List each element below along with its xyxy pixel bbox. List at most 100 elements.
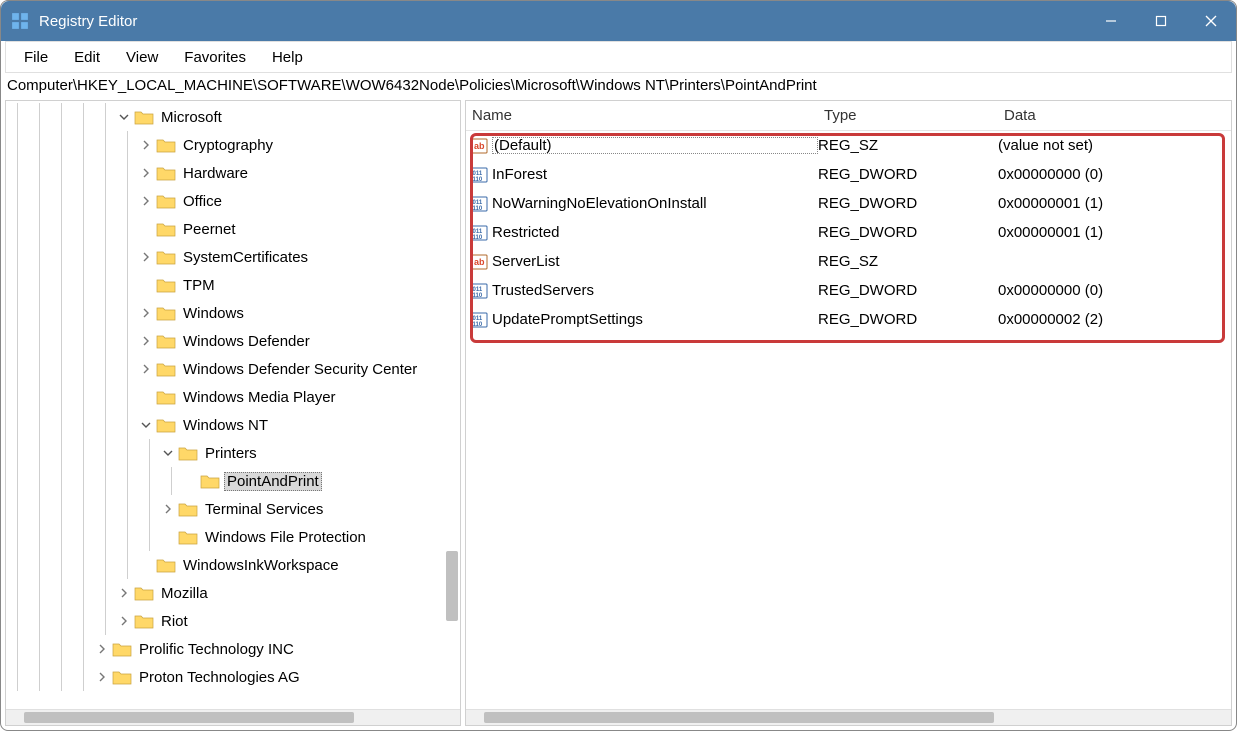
tree-item-printers[interactable]: Printers (6, 439, 460, 467)
tree-item-terminal-services[interactable]: Terminal Services (6, 495, 460, 523)
tree-item-windows-media-player[interactable]: Windows Media Player (6, 383, 460, 411)
tree-item-windows-nt[interactable]: Windows NT (6, 411, 460, 439)
value-name[interactable]: ServerList (492, 253, 818, 270)
value-row[interactable]: UpdatePromptSettingsREG_DWORD0x00000002 … (466, 305, 1231, 334)
value-data: (value not set) (998, 137, 1231, 154)
menu-edit[interactable]: Edit (62, 45, 112, 70)
tree-label[interactable]: Proton Technologies AG (136, 668, 303, 687)
minimize-button[interactable] (1086, 1, 1136, 41)
tree-item-windows-defender-security-center[interactable]: Windows Defender Security Center (6, 355, 460, 383)
col-header-type[interactable]: Type (818, 107, 998, 124)
tree-label[interactable]: Peernet (180, 220, 239, 239)
chevron-right-icon[interactable] (138, 165, 154, 181)
tree-label[interactable]: TPM (180, 276, 218, 295)
address-bar[interactable]: Computer\HKEY_LOCAL_MACHINE\SOFTWARE\WOW… (1, 73, 1236, 100)
menu-favorites[interactable]: Favorites (172, 45, 258, 70)
folder-icon (156, 305, 176, 321)
tree-item-peernet[interactable]: Peernet (6, 215, 460, 243)
value-name[interactable]: (Default) (492, 137, 818, 154)
tree-label[interactable]: Cryptography (180, 136, 276, 155)
values-hscroll[interactable] (466, 709, 1231, 725)
value-name[interactable]: UpdatePromptSettings (492, 311, 818, 328)
tree-label[interactable]: Prolific Technology INC (136, 640, 297, 659)
values-body[interactable]: (Default)REG_SZ(value not set)InForestRE… (466, 131, 1231, 709)
chevron-right-icon[interactable] (94, 641, 110, 657)
col-header-name[interactable]: Name (466, 107, 818, 124)
tree-item-windowsinkworkspace[interactable]: WindowsInkWorkspace (6, 551, 460, 579)
tree-item-prolific-technology-inc[interactable]: Prolific Technology INC (6, 635, 460, 663)
tree-label[interactable]: Hardware (180, 164, 251, 183)
value-data: 0x00000001 (1) (998, 224, 1231, 241)
menu-help[interactable]: Help (260, 45, 315, 70)
tree-item-windows[interactable]: Windows (6, 299, 460, 327)
tree-label[interactable]: Microsoft (158, 108, 225, 127)
chevron-right-icon[interactable] (138, 361, 154, 377)
value-row[interactable]: RestrictedREG_DWORD0x00000001 (1) (466, 218, 1231, 247)
close-button[interactable] (1186, 1, 1236, 41)
value-name[interactable]: InForest (492, 166, 818, 183)
value-row[interactable]: TrustedServersREG_DWORD0x00000000 (0) (466, 276, 1231, 305)
chevron-right-icon[interactable] (94, 669, 110, 685)
chevron-right-icon[interactable] (116, 613, 132, 629)
value-type: REG_DWORD (818, 224, 998, 241)
value-row[interactable]: NoWarningNoElevationOnInstallREG_DWORD0x… (466, 189, 1231, 218)
chevron-right-icon[interactable] (138, 333, 154, 349)
tree-label[interactable]: PointAndPrint (224, 472, 322, 491)
tree-item-microsoft[interactable]: Microsoft (6, 103, 460, 131)
value-row[interactable]: ServerListREG_SZ (466, 247, 1231, 276)
window-title: Registry Editor (39, 13, 137, 30)
registry-tree[interactable]: Microsoft Cryptography Hardware Office Peern… (6, 101, 460, 709)
tree-label[interactable]: Printers (202, 444, 260, 463)
chevron-right-icon[interactable] (160, 501, 176, 517)
tree-label[interactable]: Terminal Services (202, 500, 326, 519)
reg-dword-icon (470, 195, 488, 213)
chevron-down-icon[interactable] (116, 109, 132, 125)
tree-item-pointandprint[interactable]: PointAndPrint (6, 467, 460, 495)
tree-item-windows-defender[interactable]: Windows Defender (6, 327, 460, 355)
tree-label[interactable]: Windows Defender Security Center (180, 360, 420, 379)
col-header-data[interactable]: Data (998, 107, 1231, 124)
value-name[interactable]: TrustedServers (492, 282, 818, 299)
reg-sz-icon (470, 137, 488, 155)
chevron-right-icon[interactable] (138, 305, 154, 321)
tree-label[interactable]: Mozilla (158, 584, 211, 603)
tree-item-riot[interactable]: Riot (6, 607, 460, 635)
tree-item-systemcertificates[interactable]: SystemCertificates (6, 243, 460, 271)
chevron-down-icon[interactable] (160, 445, 176, 461)
value-row[interactable]: InForestREG_DWORD0x00000000 (0) (466, 160, 1231, 189)
tree-label[interactable]: Windows (180, 304, 247, 323)
tree-label[interactable]: SystemCertificates (180, 248, 311, 267)
tree-label[interactable]: Windows NT (180, 416, 271, 435)
tree-item-mozilla[interactable]: Mozilla (6, 579, 460, 607)
value-name[interactable]: NoWarningNoElevationOnInstall (492, 195, 818, 212)
tree-item-office[interactable]: Office (6, 187, 460, 215)
tree-label[interactable]: WindowsInkWorkspace (180, 556, 342, 575)
chevron-right-icon[interactable] (138, 137, 154, 153)
maximize-button[interactable] (1136, 1, 1186, 41)
tree-item-proton-technologies-ag[interactable]: Proton Technologies AG (6, 663, 460, 691)
tree-label[interactable]: Riot (158, 612, 191, 631)
tree-vscroll-thumb[interactable] (446, 551, 458, 621)
value-name[interactable]: Restricted (492, 224, 818, 241)
menu-view[interactable]: View (114, 45, 170, 70)
chevron-right-icon[interactable] (138, 193, 154, 209)
menu-file[interactable]: File (12, 45, 60, 70)
folder-icon (156, 193, 176, 209)
tree-item-hardware[interactable]: Hardware (6, 159, 460, 187)
tree-item-cryptography[interactable]: Cryptography (6, 131, 460, 159)
value-type: REG_DWORD (818, 311, 998, 328)
chevron-right-icon[interactable] (138, 249, 154, 265)
tree-label[interactable]: Office (180, 192, 225, 211)
folder-icon (178, 501, 198, 517)
tree-item-windows-file-protection[interactable]: Windows File Protection (6, 523, 460, 551)
values-header: Name Type Data (466, 101, 1231, 131)
tree-item-tpm[interactable]: TPM (6, 271, 460, 299)
reg-sz-icon (470, 253, 488, 271)
chevron-right-icon[interactable] (116, 585, 132, 601)
tree-label[interactable]: Windows Media Player (180, 388, 339, 407)
tree-hscroll[interactable] (6, 709, 460, 725)
tree-label[interactable]: Windows File Protection (202, 528, 369, 547)
value-row[interactable]: (Default)REG_SZ(value not set) (466, 131, 1231, 160)
chevron-down-icon[interactable] (138, 417, 154, 433)
tree-label[interactable]: Windows Defender (180, 332, 313, 351)
